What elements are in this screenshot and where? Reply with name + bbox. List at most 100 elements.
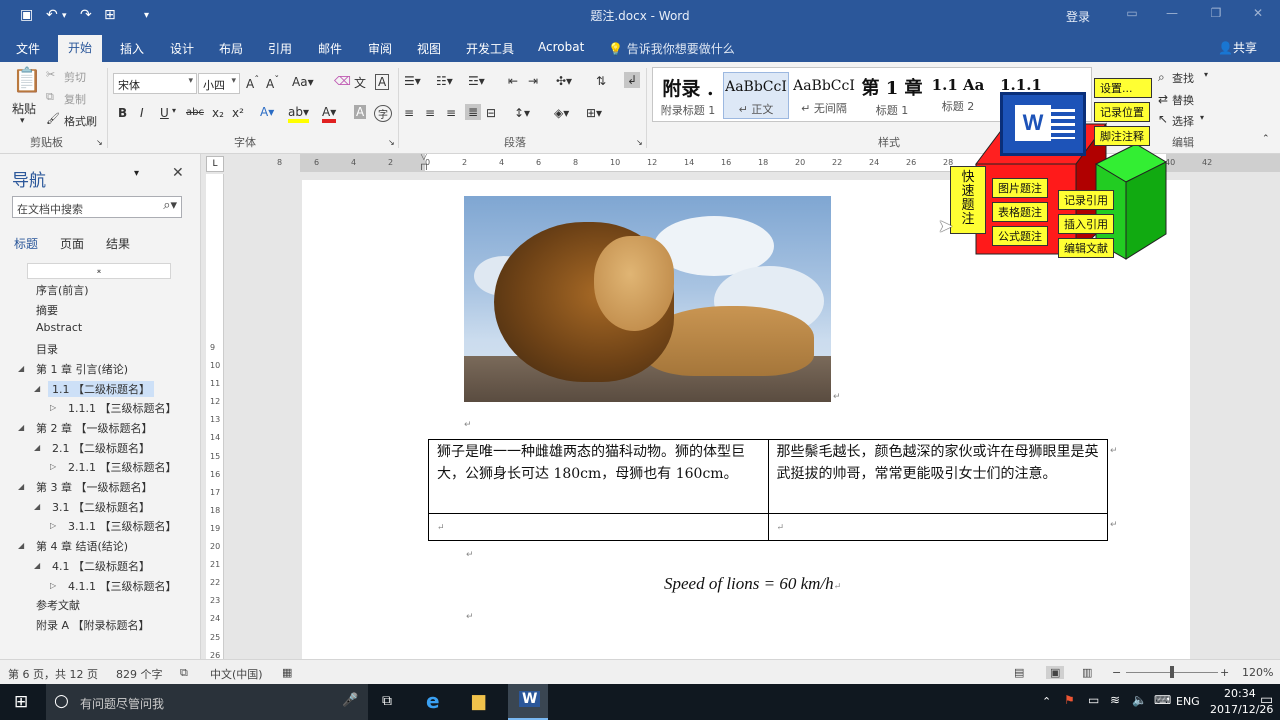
scroll-to-top-button[interactable]: ⌅	[27, 263, 171, 279]
collapse-arrow-icon[interactable]: ▷	[50, 581, 56, 590]
tab-layout[interactable]: 布局	[219, 40, 243, 57]
task-view-icon[interactable]: ⧉	[382, 693, 392, 709]
equation[interactable]: Speed of lions = 60 km/h↵	[664, 574, 841, 594]
align-center-icon[interactable]: ≡	[425, 106, 435, 120]
copy-label[interactable]: 复制	[64, 91, 86, 107]
ime-indicator[interactable]: ENG	[1176, 695, 1200, 708]
share-button[interactable]: 👤共享	[1218, 39, 1257, 56]
word-taskbar-button[interactable]: W	[508, 684, 548, 720]
web-layout-icon[interactable]: ▥	[1082, 666, 1092, 679]
tab-home[interactable]: 开始	[58, 35, 103, 62]
decrease-indent-icon[interactable]: ⇤	[508, 74, 518, 88]
settings-button[interactable]: 设置...	[1094, 78, 1152, 98]
paste-label[interactable]: 粘贴	[12, 100, 36, 117]
format-painter-icon[interactable]: 🖌	[46, 112, 60, 125]
tab-file[interactable]: 文件	[16, 40, 40, 57]
cut-icon[interactable]: ✂	[46, 68, 55, 81]
nav-heading-item[interactable]: 1.1.1 【三级标题名】	[64, 400, 181, 416]
close-icon[interactable]: ✕	[1248, 6, 1268, 24]
ribbon-display-options-icon[interactable]: ▭	[1122, 6, 1142, 24]
file-explorer-icon[interactable]: ▆	[472, 691, 485, 711]
table-cell[interactable]: 狮子是唯一一种雌雄两态的猫科动物。狮的体型巨大，公狮身长可达 180cm，母狮也…	[428, 439, 769, 514]
style-heading-1[interactable]: 第 1 章标题 1	[859, 72, 925, 119]
tray-expand-icon[interactable]: ⌃	[1042, 695, 1051, 708]
select-dropdown-icon[interactable]: ▾	[1200, 113, 1204, 122]
notification-icon[interactable]: ▭	[1260, 692, 1273, 708]
multilevel-list-icon[interactable]: ☲▾	[468, 74, 485, 88]
zoom-out-icon[interactable]: −	[1112, 666, 1121, 679]
nav-heading-item[interactable]: Abstract	[32, 321, 86, 334]
expand-arrow-icon[interactable]: ◢	[18, 423, 24, 432]
chinese-layout-icon[interactable]: ✣▾	[556, 74, 572, 88]
windows-start-icon[interactable]: ⊞	[14, 692, 28, 712]
show-marks-icon[interactable]: ↲	[624, 72, 641, 88]
collapse-arrow-icon[interactable]: ▷	[50, 403, 56, 412]
battery-icon[interactable]: ▭	[1088, 693, 1099, 707]
shrink-font-icon[interactable]: Aˇ	[266, 75, 279, 91]
figure-caption-button[interactable]: 图片题注	[992, 178, 1048, 198]
tab-design[interactable]: 设计	[170, 40, 194, 57]
close-icon[interactable]: ✕	[172, 165, 184, 181]
page-count[interactable]: 第 6 页，共 12 页	[8, 666, 98, 682]
nav-tab-results[interactable]: 结果	[106, 235, 130, 252]
record-position-button[interactable]: 记录位置	[1094, 102, 1150, 122]
clear-format-icon[interactable]: ⌫	[334, 74, 351, 88]
nav-heading-item[interactable]: 2.1.1 【三级标题名】	[64, 459, 181, 475]
align-left-icon[interactable]: ≡	[404, 106, 414, 120]
nav-heading-item[interactable]: 3.1.1 【三级标题名】	[64, 518, 181, 534]
expand-arrow-icon[interactable]: ◢	[18, 482, 24, 491]
italic-icon[interactable]: I	[140, 106, 144, 120]
underline-dropdown-icon[interactable]: ▾	[172, 106, 176, 115]
nav-heading-item[interactable]: 附录 A 【附录标题名】	[32, 617, 154, 633]
tab-insert[interactable]: 插入	[120, 40, 144, 57]
expand-arrow-icon[interactable]: ◢	[18, 364, 24, 373]
find-dropdown-icon[interactable]: ▾	[1204, 70, 1208, 79]
login-link[interactable]: 登录	[1066, 8, 1090, 25]
nav-heading-item[interactable]: 1.1 【二级标题名】	[48, 380, 154, 397]
text-effects-icon[interactable]: A▾	[260, 105, 274, 119]
tab-view[interactable]: 视图	[417, 40, 441, 57]
format-painter-label[interactable]: 格式刷	[64, 113, 97, 129]
table-caption-button[interactable]: 表格题注	[992, 202, 1048, 222]
search-box[interactable]: ○ 有问题尽管问我 🎤	[46, 684, 368, 720]
line-spacing-icon[interactable]: ↕▾	[514, 106, 530, 120]
phonetic-guide-icon[interactable]: 文	[354, 74, 366, 91]
cut-label[interactable]: 剪切	[64, 69, 86, 85]
language-label[interactable]: 中文(中国)	[210, 666, 263, 682]
distributed-icon[interactable]: ⊟	[486, 106, 496, 120]
document-table[interactable]: 狮子是唯一一种雌雄两态的猫科动物。狮的体型巨大，公狮身长可达 180cm，母狮也…	[428, 439, 1108, 541]
clock-time[interactable]: 20:34	[1224, 687, 1256, 700]
wifi-icon[interactable]: ≋	[1110, 693, 1120, 707]
nav-heading-item[interactable]: 第 4 章 结语(结论)	[32, 538, 132, 554]
vertical-ruler[interactable]: 9101112131415161718192021222324252627	[206, 174, 224, 659]
tab-mailings[interactable]: 邮件	[318, 40, 342, 57]
expand-arrow-icon[interactable]: ◢	[18, 541, 24, 550]
read-mode-icon[interactable]: ▤	[1014, 666, 1024, 679]
style-normal[interactable]: AaBbCcI ↵ 正文	[723, 72, 789, 119]
underline-icon[interactable]: U	[160, 106, 169, 120]
collapse-arrow-icon[interactable]: ▷	[50, 521, 56, 530]
align-right-icon[interactable]: ≡	[446, 106, 456, 120]
copy-icon[interactable]: ⧉	[46, 90, 54, 104]
strikethrough-icon[interactable]: abc	[186, 107, 204, 118]
tab-acrobat[interactable]: Acrobat	[538, 40, 584, 54]
proofing-icon[interactable]: ⧉	[180, 666, 188, 680]
bullets-icon[interactable]: ☰▾	[404, 74, 421, 88]
enclose-char-icon[interactable]: 字	[374, 105, 392, 122]
font-color-icon[interactable]: A▾	[322, 105, 337, 123]
nav-tab-headings[interactable]: 标题	[14, 235, 38, 252]
nav-heading-item[interactable]: 第 1 章 引言(绪论)	[32, 361, 132, 377]
char-shading-icon[interactable]: A	[354, 105, 367, 119]
font-size-combo[interactable]: 小四 ▾	[198, 73, 240, 94]
borders-icon[interactable]: ⊞▾	[586, 106, 602, 120]
zoom-level[interactable]: 120%	[1242, 666, 1273, 679]
nav-tab-pages[interactable]: 页面	[60, 235, 84, 252]
collapse-ribbon-icon[interactable]: ⌃	[1262, 134, 1270, 144]
volume-icon[interactable]: 🔈	[1132, 693, 1147, 707]
bold-icon[interactable]: B	[118, 106, 127, 120]
microphone-icon[interactable]: 🎤	[342, 693, 358, 708]
insert-reference-button[interactable]: 插入引用	[1058, 214, 1114, 234]
shading-icon[interactable]: ◈▾	[554, 106, 569, 120]
word-count[interactable]: 829 个字	[116, 666, 163, 682]
footnote-button[interactable]: 脚注注释	[1094, 126, 1150, 146]
